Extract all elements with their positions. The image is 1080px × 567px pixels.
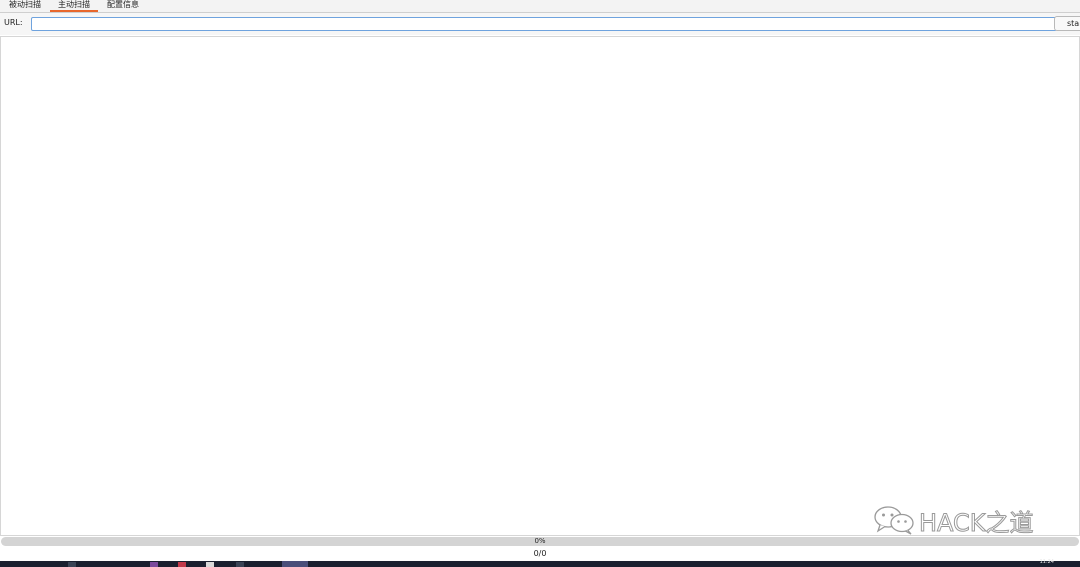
taskbar-active-app[interactable] bbox=[282, 561, 308, 567]
url-toolbar: URL: start bbox=[0, 13, 1080, 35]
taskbar-app-icon[interactable] bbox=[150, 562, 158, 567]
scan-results-area[interactable] bbox=[0, 36, 1080, 536]
taskbar-app-icon[interactable] bbox=[206, 562, 214, 567]
tab-passive-scan[interactable]: 被动扫描 bbox=[4, 0, 46, 12]
taskbar-app-icon[interactable] bbox=[68, 562, 76, 567]
scan-count: 0/0 bbox=[533, 549, 547, 558]
url-label: URL: bbox=[4, 18, 23, 27]
tab-bar: 被动扫描 主动扫描 配置信息 bbox=[0, 0, 1080, 13]
tab-active-scan[interactable]: 主动扫描 bbox=[50, 0, 98, 12]
url-input[interactable] bbox=[31, 17, 1057, 31]
watermark: HACK之道 bbox=[873, 505, 1035, 537]
taskbar-app-icon[interactable] bbox=[236, 562, 244, 567]
taskbar-clock: 11:24 bbox=[1039, 559, 1054, 565]
watermark-text: HACK之道 bbox=[919, 508, 1035, 537]
taskbar: 11:24 bbox=[0, 559, 1080, 567]
wechat-icon bbox=[874, 506, 914, 535]
start-button[interactable]: start bbox=[1054, 16, 1080, 31]
progress-bar: 0% bbox=[1, 537, 1079, 546]
taskbar-app-icon[interactable] bbox=[178, 562, 186, 567]
tab-config-info[interactable]: 配置信息 bbox=[102, 0, 144, 12]
progress-percent: 0% bbox=[534, 537, 546, 545]
